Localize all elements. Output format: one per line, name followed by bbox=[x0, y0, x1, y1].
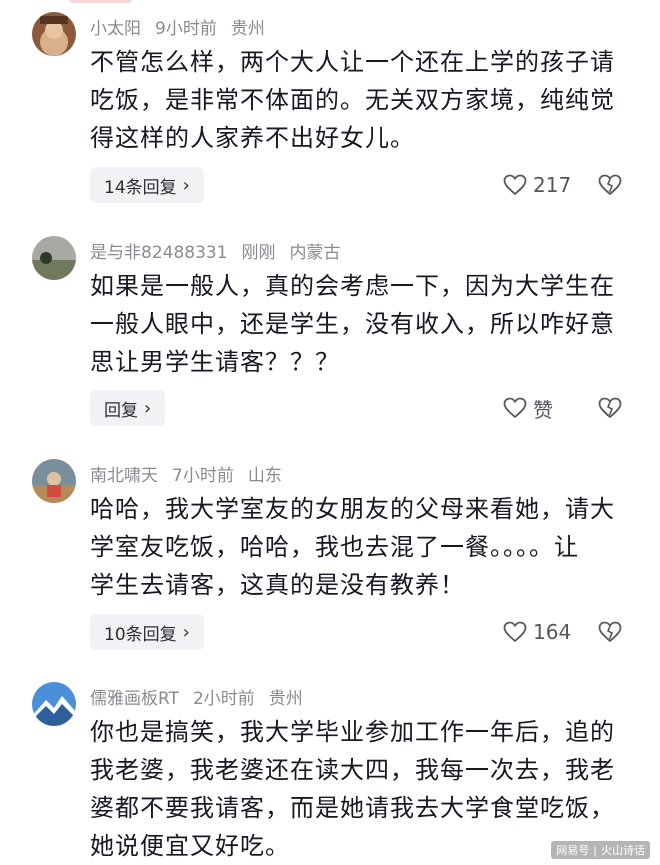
comment-text: 不管怎么样，两个大人让一个还在上学的孩子请 吃饭，是非常不体面的。无关双方家境，… bbox=[90, 43, 635, 157]
avatar[interactable] bbox=[32, 236, 76, 280]
broken-heart-icon bbox=[598, 397, 622, 419]
location: 贵州 bbox=[230, 19, 265, 39]
time: 刚刚 bbox=[241, 243, 276, 263]
comment-text: 哈哈，我大学室友的女朋友的父母来看她，请大 学室友吃饭，哈哈，我也去混了一餐。。… bbox=[90, 490, 635, 604]
comment-meta: 儒雅画板RT 2小时前 贵州 bbox=[90, 684, 317, 709]
like-count: 赞 bbox=[533, 397, 553, 422]
chevron-right-icon: › bbox=[182, 174, 190, 196]
reply-label: 回复 bbox=[104, 400, 138, 421]
chevron-right-icon: › bbox=[182, 621, 190, 643]
comment-line: 你也是搞笑，我大学毕业参加工作一年后，追的 bbox=[90, 718, 615, 746]
reply-label: 14条回复 bbox=[104, 177, 177, 198]
dislike-button[interactable] bbox=[597, 167, 623, 203]
watermark-separator: | bbox=[593, 844, 597, 857]
comment-line: 吃饭，是非常不体面的。无关双方家境，纯纯觉 bbox=[90, 86, 615, 114]
like-count: 217 bbox=[533, 173, 572, 197]
top-edge-highlight bbox=[70, 0, 132, 3]
comment-line: 如果是一般人，真的会考虑一下，因为大学生在 bbox=[90, 272, 615, 300]
avatar[interactable] bbox=[32, 12, 76, 56]
time: 7小时前 bbox=[172, 466, 234, 486]
like-button[interactable]: 164 bbox=[503, 614, 571, 650]
dislike-button[interactable] bbox=[597, 614, 623, 650]
comment-line: 婆都不要我请客，而是她请我去大学食堂吃饭， bbox=[90, 794, 615, 822]
location: 贵州 bbox=[268, 689, 303, 709]
reply-button[interactable]: 回复 › bbox=[90, 390, 166, 426]
comment-line: 思让男学生请客？？？ bbox=[90, 348, 340, 376]
location: 山东 bbox=[247, 466, 282, 486]
comment-line: 一般人眼中，还是学生，没有收入，所以咋好意 bbox=[90, 310, 615, 338]
watermark-right: 火山诗话 bbox=[601, 844, 645, 857]
heart-outline-icon bbox=[503, 397, 527, 419]
view-replies-button[interactable]: 10条回复 › bbox=[90, 614, 204, 650]
comment-meta: 南北啸天 7小时前 山东 bbox=[90, 461, 296, 486]
username[interactable]: 小太阳 bbox=[90, 19, 141, 39]
broken-heart-icon bbox=[598, 621, 622, 643]
comment-meta: 是与非82488331 刚刚 内蒙古 bbox=[90, 238, 355, 263]
comment-line: 哈哈，我大学室友的女朋友的父母来看她，请大 bbox=[90, 495, 615, 523]
heart-outline-icon bbox=[503, 621, 527, 643]
avatar[interactable] bbox=[32, 459, 76, 503]
time: 9小时前 bbox=[155, 19, 217, 39]
view-replies-button[interactable]: 14条回复 › bbox=[90, 167, 204, 203]
username[interactable]: 是与非82488331 bbox=[90, 243, 228, 263]
comment-line: 得这样的人家养不出好女儿。 bbox=[90, 124, 415, 152]
like-button[interactable]: 赞 bbox=[503, 390, 553, 426]
like-button[interactable]: 217 bbox=[503, 167, 571, 203]
dislike-button[interactable] bbox=[597, 390, 623, 426]
time: 2小时前 bbox=[192, 689, 255, 709]
comment-line: 学室友吃饭，哈哈，我也去混了一餐。。。。让 bbox=[90, 533, 579, 561]
comment-line: 我老婆，我老婆还在读大四，我每一次去，我老 bbox=[90, 756, 615, 784]
like-count: 164 bbox=[533, 620, 572, 644]
comment-line: 学生去请客，这真的是没有教养！ bbox=[90, 571, 465, 599]
avatar[interactable] bbox=[32, 682, 76, 726]
comment-meta: 小太阳 9小时前 贵州 bbox=[90, 14, 279, 39]
username[interactable]: 儒雅画板RT bbox=[90, 689, 179, 709]
chevron-right-icon: › bbox=[144, 397, 152, 419]
watermark-left: 网易号 bbox=[556, 844, 590, 857]
broken-heart-icon bbox=[598, 174, 622, 196]
comment-line: 不管怎么样，两个大人让一个还在上学的孩子请 bbox=[90, 48, 615, 76]
username[interactable]: 南北啸天 bbox=[90, 466, 158, 486]
heart-outline-icon bbox=[503, 174, 527, 196]
reply-label: 10条回复 bbox=[104, 624, 177, 645]
watermark: 网易号 | 火山诗话 bbox=[551, 841, 650, 859]
comment-text: 如果是一般人，真的会考虑一下，因为大学生在 一般人眼中，还是学生，没有收入，所以… bbox=[90, 267, 635, 381]
location: 内蒙古 bbox=[289, 243, 341, 263]
